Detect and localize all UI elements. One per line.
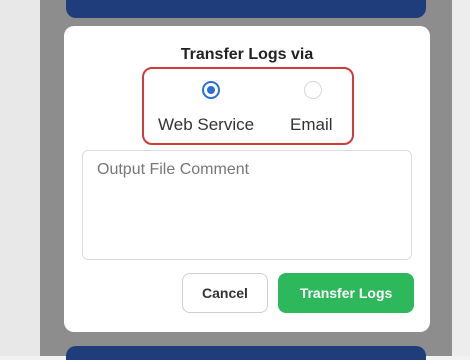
dialog-title: Transfer Logs via: [180, 46, 314, 63]
top-nav-bar: [66, 0, 426, 18]
right-strip: [452, 0, 470, 356]
email-label[interactable]: Email: [290, 115, 333, 135]
cancel-button[interactable]: Cancel: [182, 273, 268, 313]
radio-selected-dot: [207, 86, 215, 94]
bottom-nav-bar: [66, 346, 426, 360]
output-file-comment-input[interactable]: [82, 150, 412, 260]
web-service-label[interactable]: Web Service: [158, 115, 254, 135]
email-radio[interactable]: [304, 81, 322, 99]
web-service-radio[interactable]: [202, 81, 220, 99]
transfer-logs-button[interactable]: Transfer Logs: [278, 273, 414, 313]
transfer-logs-dialog: Transfer Logs via Web Service Email Canc…: [64, 26, 430, 332]
left-rail: [0, 0, 40, 356]
